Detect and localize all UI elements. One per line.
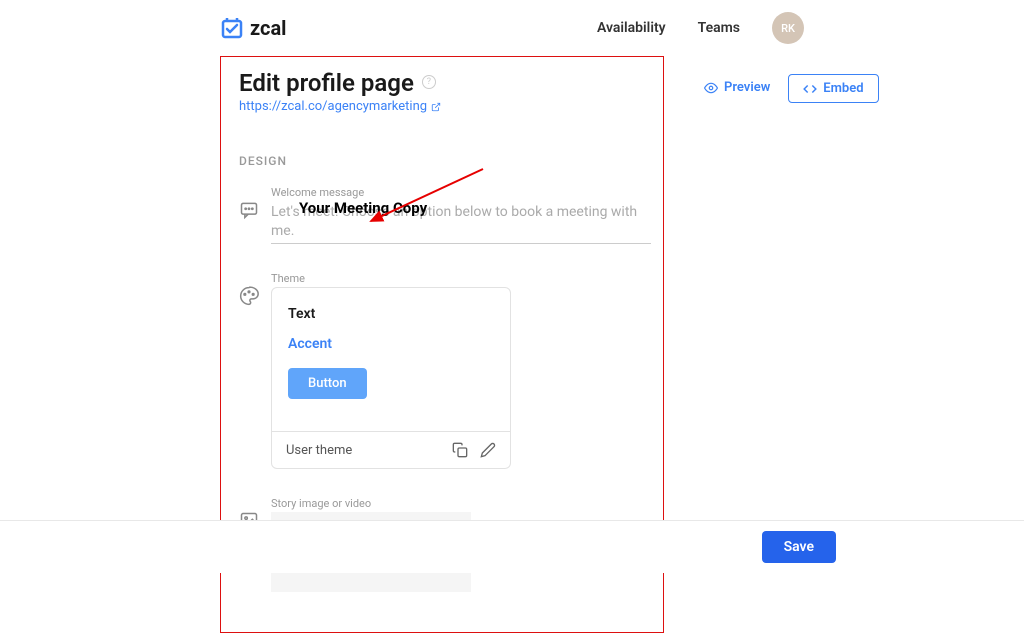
preview-button[interactable]: Preview: [696, 74, 778, 101]
avatar-initials: RK: [781, 22, 795, 35]
theme-footer: User theme: [272, 431, 510, 468]
story-label: Story image or video: [271, 497, 651, 510]
code-icon: [803, 82, 817, 96]
embed-button[interactable]: Embed: [788, 74, 878, 103]
eye-icon: [704, 81, 718, 95]
theme-preview: Text Accent Button: [272, 288, 510, 431]
nav-availability[interactable]: Availability: [597, 20, 666, 36]
avatar[interactable]: RK: [772, 12, 804, 44]
logo[interactable]: zcal: [220, 16, 286, 40]
calendar-icon: [220, 16, 244, 40]
profile-url-link[interactable]: https://zcal.co/agencymarketing: [239, 99, 651, 114]
nav-teams[interactable]: Teams: [698, 20, 740, 36]
help-icon[interactable]: ?: [422, 75, 436, 89]
logo-text: zcal: [250, 16, 286, 40]
palette-icon: [239, 286, 259, 306]
chat-icon: [239, 200, 259, 220]
pencil-icon[interactable]: [480, 442, 496, 458]
theme-label: Theme: [271, 272, 651, 285]
welcome-overlay-annotation: Your Meeting Copy: [299, 199, 427, 217]
theme-row: Theme Text Accent Button User theme: [239, 272, 651, 469]
save-button[interactable]: Save: [762, 531, 836, 563]
footer-bar: Save: [0, 520, 1024, 573]
main-nav: Availability Teams RK: [597, 12, 804, 44]
preview-label: Preview: [724, 80, 770, 95]
page-title: Edit profile page: [239, 69, 414, 97]
welcome-message-row: Welcome message Let's meet! Choose an op…: [239, 186, 651, 244]
welcome-label: Welcome message: [271, 186, 651, 199]
design-section-label: DESIGN: [239, 154, 651, 168]
copy-icon[interactable]: [452, 442, 468, 458]
theme-text-sample: Text: [288, 306, 494, 322]
embed-label: Embed: [823, 81, 863, 96]
theme-button-sample[interactable]: Button: [288, 368, 367, 399]
app-header: zcal Availability Teams RK: [0, 0, 1024, 56]
theme-name: User theme: [286, 443, 352, 458]
theme-accent-sample: Accent: [288, 336, 494, 352]
welcome-input[interactable]: Let's meet! Choose an option below to bo…: [271, 201, 651, 244]
theme-card: Text Accent Button User theme: [271, 287, 511, 469]
profile-url-text: https://zcal.co/agencymarketing: [239, 99, 427, 114]
external-link-icon: [431, 102, 441, 112]
